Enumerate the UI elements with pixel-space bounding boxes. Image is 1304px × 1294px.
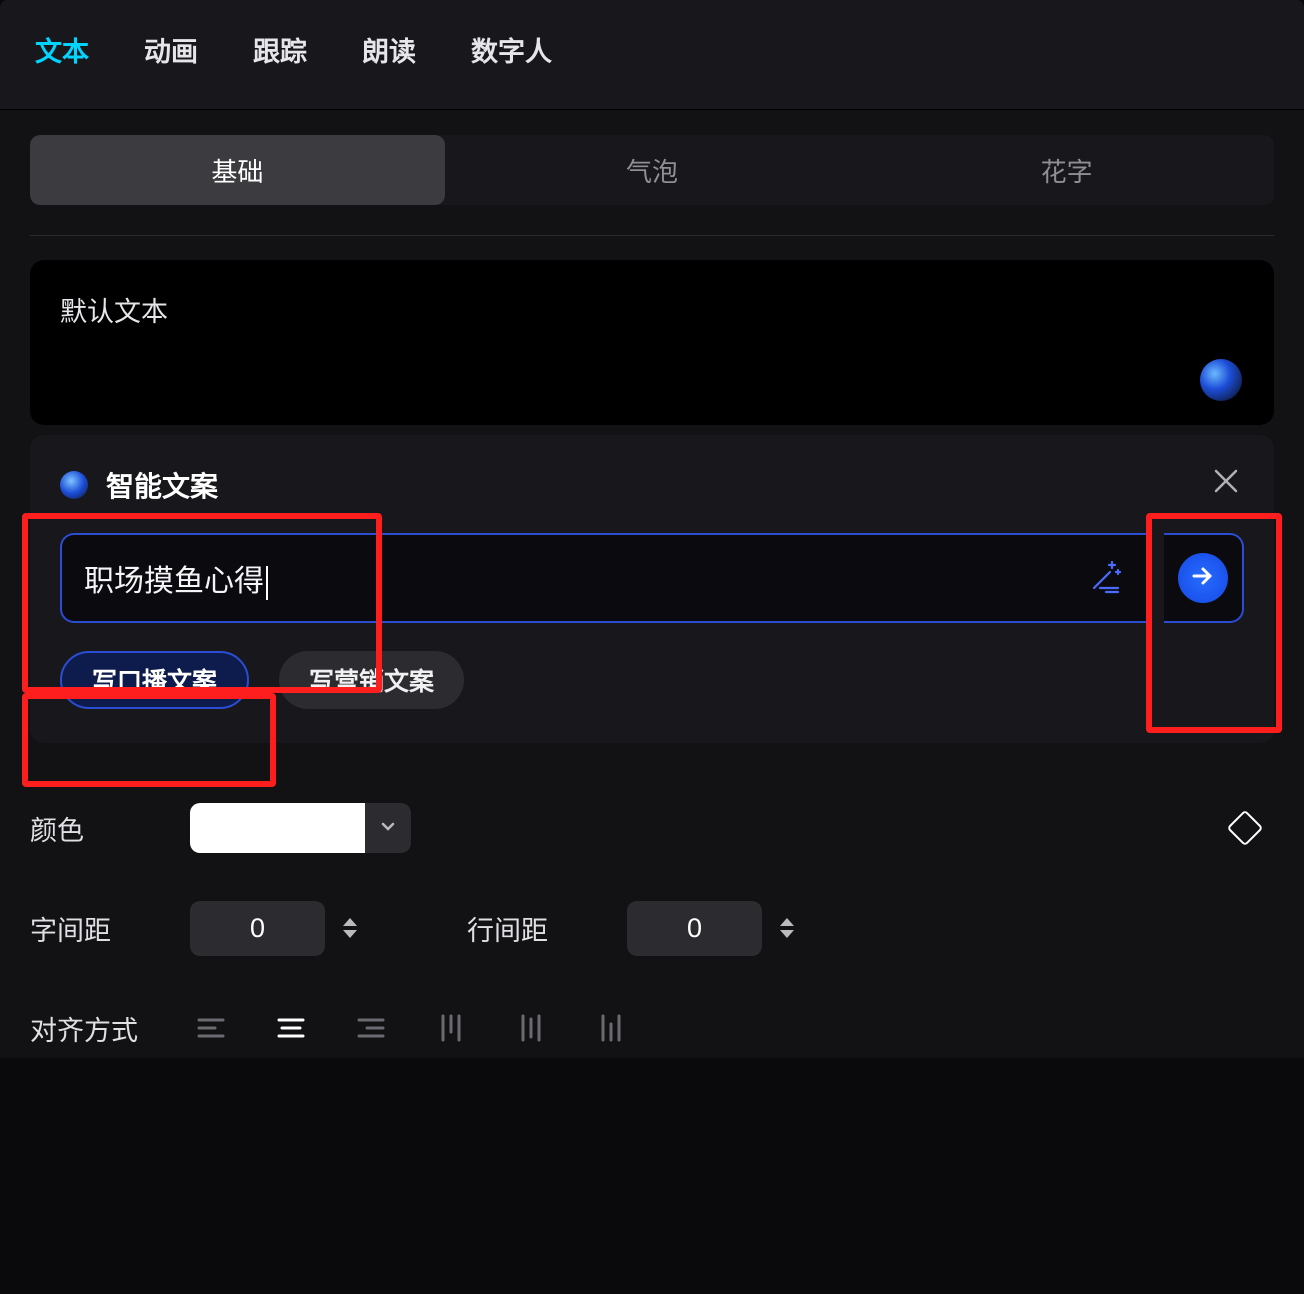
letter-spacing-group: 字间距 0	[30, 901, 367, 956]
tab-text[interactable]: 文本	[35, 30, 89, 69]
content-area: 基础 气泡 花字 默认文本 智能文案	[0, 110, 1304, 768]
letter-spacing-label: 字间距	[30, 909, 190, 948]
letter-spacing-input[interactable]: 0	[190, 901, 325, 956]
align-row: 对齐方式	[30, 998, 1274, 1058]
subtab-bubble[interactable]: 气泡	[445, 135, 860, 205]
line-spacing-label: 行间距	[467, 909, 627, 948]
tab-tracking[interactable]: 跟踪	[253, 30, 307, 69]
color-label: 颜色	[30, 809, 190, 848]
align-right[interactable]	[350, 1007, 392, 1049]
chip-broadcast[interactable]: 写口播文案	[60, 651, 249, 709]
tab-animation[interactable]: 动画	[144, 30, 198, 69]
prompt-input-group: 职场摸鱼心得	[60, 533, 1244, 623]
send-button[interactable]	[1164, 533, 1244, 623]
close-icon	[1210, 484, 1242, 501]
chip-row: 写口播文案 写营销文案	[60, 651, 1244, 709]
magic-wand-icon[interactable]	[1088, 558, 1124, 599]
align-v-right[interactable]	[590, 1007, 632, 1049]
properties-section: 颜色 字间距 0 行间距	[0, 768, 1304, 1058]
subtab-basic[interactable]: 基础	[30, 135, 445, 205]
chip-marketing[interactable]: 写营销文案	[279, 651, 464, 709]
divider	[30, 235, 1274, 236]
smart-copy-title: 智能文案	[106, 465, 218, 505]
top-tabs: 文本 动画 跟踪 朗读 数字人	[0, 0, 1304, 110]
chevron-up-icon	[770, 918, 804, 926]
line-spacing-stepper[interactable]	[770, 901, 804, 956]
align-v-center[interactable]	[510, 1007, 552, 1049]
chevron-down-icon	[378, 816, 398, 841]
align-left[interactable]	[190, 1007, 232, 1049]
smart-copy-panel: 智能文案 职场摸鱼心得	[30, 435, 1274, 743]
line-spacing-group: 行间距 0	[467, 901, 804, 956]
text-content-area[interactable]: 默认文本	[30, 260, 1274, 425]
tab-read[interactable]: 朗读	[362, 30, 416, 69]
spacing-row: 字间距 0 行间距 0	[30, 898, 1274, 958]
chevron-down-icon	[333, 930, 367, 938]
align-label: 对齐方式	[30, 1009, 190, 1048]
letter-spacing-stepper[interactable]	[333, 901, 367, 956]
text-placeholder: 默认文本	[60, 290, 1244, 329]
text-properties-panel: 文本 动画 跟踪 朗读 数字人 基础 气泡 花字 默认文本 智能文案	[0, 0, 1304, 1294]
prompt-text: 职场摸鱼心得	[84, 556, 1076, 600]
ai-orb-icon[interactable]	[1200, 359, 1242, 401]
color-dropdown[interactable]	[365, 803, 411, 853]
align-center[interactable]	[270, 1007, 312, 1049]
close-button[interactable]	[1210, 465, 1242, 497]
arrow-right-icon	[1190, 563, 1216, 594]
tab-digital[interactable]: 数字人	[471, 30, 552, 69]
chevron-down-icon	[770, 930, 804, 938]
align-group	[190, 1007, 632, 1049]
smart-copy-header: 智能文案	[60, 465, 1244, 505]
sub-tabs: 基础 气泡 花字	[30, 135, 1274, 205]
prompt-input[interactable]: 职场摸鱼心得	[60, 533, 1146, 623]
color-row: 颜色	[30, 798, 1274, 858]
color-swatch[interactable]	[190, 803, 365, 853]
chevron-up-icon	[333, 918, 367, 926]
align-v-left[interactable]	[430, 1007, 472, 1049]
keyframe-diamond-icon[interactable]	[1227, 810, 1264, 847]
ai-orb-small-icon	[60, 471, 88, 499]
subtab-fancy[interactable]: 花字	[859, 135, 1274, 205]
line-spacing-input[interactable]: 0	[627, 901, 762, 956]
